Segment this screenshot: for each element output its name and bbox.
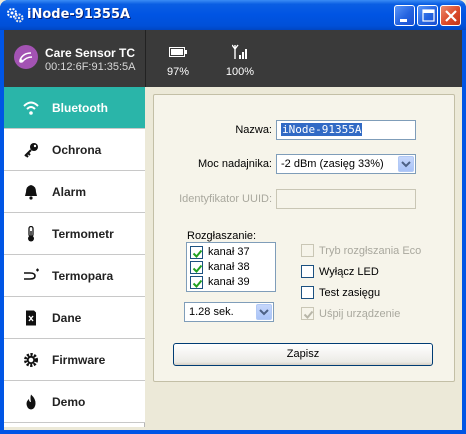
- eco-mode-checkbox[interactable]: [301, 244, 314, 257]
- sidebar-item-label: Termopara: [52, 269, 114, 283]
- minimize-icon: [400, 19, 407, 22]
- checkmark-icon: [192, 249, 203, 258]
- sidebar-item-label: Termometr: [52, 227, 114, 241]
- sidebar-item-alarm[interactable]: Alarm: [4, 171, 145, 213]
- maximize-button[interactable]: [417, 5, 438, 26]
- chevron-down-icon: [259, 309, 269, 316]
- thermocouple-icon: [24, 268, 39, 280]
- uuid-label: Identyfikator UUID:: [179, 193, 272, 205]
- disable-led-label: Wyłącz LED: [319, 266, 379, 278]
- sidebar-item-firmware[interactable]: Firmware: [4, 339, 145, 381]
- bell-icon: [25, 185, 37, 200]
- save-button[interactable]: Zapisz: [173, 343, 433, 366]
- channel-37-checkbox[interactable]: [190, 246, 203, 259]
- app-window: iNode-91355A Care Sensor TC 00:12:6F:91:…: [0, 0, 466, 434]
- device-mac: 00:12:6F:91:35:5A: [45, 61, 136, 73]
- checkmark-icon: [192, 264, 203, 273]
- channel-38-checkbox[interactable]: [190, 261, 203, 274]
- interval-dropdown-button[interactable]: [256, 304, 272, 320]
- battery-status: 97%: [156, 44, 200, 78]
- gear-icon: [24, 353, 38, 367]
- name-field[interactable]: iNode-91355A: [276, 120, 416, 140]
- sidebar-item-label: Demo: [52, 395, 86, 409]
- checkmark-icon: [192, 279, 203, 288]
- range-test-label: Test zasięgu: [319, 287, 381, 299]
- signal-status: 100%: [218, 44, 262, 78]
- close-icon: [445, 10, 457, 22]
- chevron-down-icon: [401, 161, 411, 168]
- sidebar-item-label: Bluetooth: [52, 101, 108, 115]
- wifi-icon: [23, 101, 39, 115]
- thermometer-icon: [28, 226, 34, 242]
- checkmark-icon: [303, 310, 314, 319]
- header-divider: [145, 30, 146, 87]
- eco-mode-label: Tryb rozgłszania Eco: [319, 245, 422, 257]
- channel-list: kanał 37 kanał 38 kanał 39: [186, 242, 276, 292]
- sidebar-item-bluetooth[interactable]: Bluetooth: [4, 87, 145, 129]
- signal-value: 100%: [225, 66, 255, 78]
- sidebar-item-label: Dane: [52, 311, 82, 325]
- name-value: iNode-91355A: [281, 123, 363, 136]
- power-label: Moc nadajnika:: [198, 158, 272, 170]
- sidebar-item-demo[interactable]: Demo: [4, 381, 145, 423]
- sidebar-item-dane[interactable]: Dane: [4, 297, 145, 339]
- battery-value: 97%: [166, 66, 190, 78]
- name-label: Nazwa:: [235, 124, 272, 136]
- sidebar-item-ochrona[interactable]: Ochrona: [4, 129, 145, 171]
- device-avatar-icon: [14, 45, 38, 69]
- key-icon: [24, 143, 38, 158]
- sidebar-item-label: Firmware: [52, 353, 106, 367]
- minimize-button[interactable]: [394, 5, 415, 26]
- maximize-icon: [422, 9, 435, 22]
- title-bar[interactable]: iNode-91355A: [0, 0, 466, 30]
- power-value: -2 dBm (zasięg 33%): [281, 158, 384, 170]
- signal-antenna-icon: [232, 44, 247, 59]
- channel-39-label: kanał 39: [208, 276, 250, 288]
- window-title: iNode-91355A: [27, 7, 131, 22]
- battery-icon: [169, 47, 187, 57]
- channel-39-checkbox[interactable]: [190, 276, 203, 289]
- channel-37-row[interactable]: kanał 37: [189, 245, 273, 260]
- range-test-checkbox[interactable]: [301, 286, 314, 299]
- channel-38-label: kanał 38: [208, 261, 250, 273]
- interval-value: 1.28 sek.: [189, 306, 234, 318]
- sidebar-nav: Bluetooth Ochrona Alarm Termometr Termop…: [4, 87, 145, 427]
- sidebar-item-label: Ochrona: [52, 143, 102, 157]
- gear-cluster-icon: [7, 8, 24, 23]
- sidebar-item-termometr[interactable]: Termometr: [4, 213, 145, 255]
- channel-39-row[interactable]: kanał 39: [189, 275, 273, 290]
- interval-select[interactable]: 1.28 sek.: [184, 302, 274, 322]
- channel-38-row[interactable]: kanał 38: [189, 260, 273, 275]
- device-header: Care Sensor TC 00:12:6F:91:35:5A 97% 100…: [4, 30, 462, 87]
- sleep-device-checkbox[interactable]: [301, 307, 314, 320]
- close-button[interactable]: [440, 5, 461, 26]
- channel-37-label: kanał 37: [208, 246, 250, 258]
- sidebar-item-label: Alarm: [52, 185, 87, 199]
- device-name: Care Sensor TC: [45, 46, 136, 60]
- sidebar-item-termopara[interactable]: Termopara: [4, 255, 145, 297]
- data-file-icon: [26, 310, 36, 326]
- power-select[interactable]: -2 dBm (zasięg 33%): [276, 154, 416, 174]
- disable-led-checkbox[interactable]: [301, 265, 314, 278]
- sleep-device-label: Uśpij urządzenie: [319, 308, 401, 320]
- power-dropdown-button[interactable]: [398, 156, 414, 172]
- uuid-field[interactable]: [276, 189, 416, 209]
- broadcast-label: Rozgłaszanie:: [187, 230, 257, 242]
- fire-icon: [26, 394, 36, 410]
